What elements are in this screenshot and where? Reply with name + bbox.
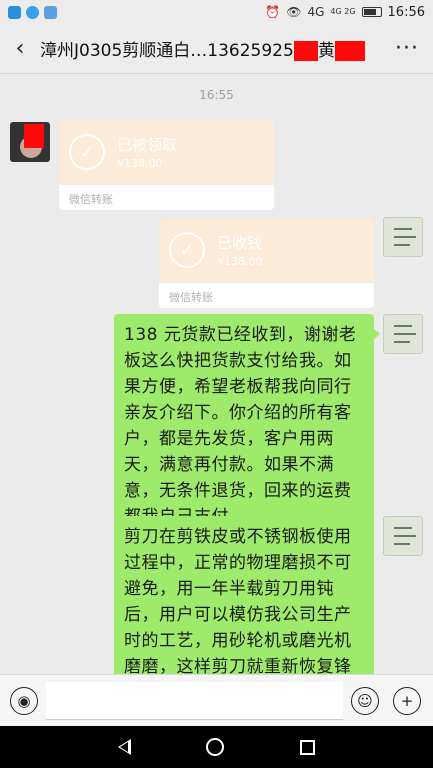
avatar-detail	[394, 325, 412, 327]
nav-back-icon[interactable]	[117, 739, 131, 755]
transfer-amount: ¥138.00	[217, 255, 263, 268]
emoji-button[interactable]: ☺	[351, 686, 379, 715]
contact-avatar[interactable]	[10, 122, 50, 162]
plus-icon: +	[400, 691, 414, 710]
chat-header: ‹ 漳州J0305剪顺通白…13625925 黄 ···	[0, 24, 433, 74]
clock: 16:56	[387, 4, 425, 20]
avatar-detail	[394, 535, 416, 537]
transfer-status: 已收钱	[217, 234, 263, 252]
system-nav-bar	[0, 726, 433, 768]
redaction-mark	[334, 41, 365, 61]
chat-title-suffix: 黄	[317, 41, 335, 61]
voice-icon: ◉	[17, 691, 31, 710]
network-label: 4G	[307, 5, 325, 19]
transfer-card-confirmed[interactable]: ✓ 已收钱 ¥138.00 微信转账	[159, 218, 374, 308]
eye-icon: 👁	[286, 5, 302, 19]
browser-notification-icon	[26, 5, 39, 19]
message-bubble[interactable]: 剪刀在剪铁皮或不锈钢板使用过程中，正常的物理磨损不可避免，用一年半载剪刀用钝后，…	[114, 516, 374, 674]
chat-area[interactable]: 16:55 ✓ 已被领取 ¥138.00 微信转账 ✓ 已收钱 ¥138.00 …	[0, 74, 433, 674]
chat-title-text: 漳州J0305剪顺通白…13625925	[40, 41, 294, 61]
check-icon: ✓	[69, 134, 105, 170]
nav-recents-icon[interactable]	[300, 739, 316, 755]
chat-title: 漳州J0305剪顺通白…13625925 黄	[40, 36, 381, 61]
avatar-detail	[394, 244, 410, 246]
chevron-left-icon: ‹	[15, 36, 25, 61]
message-timestamp: 16:55	[199, 88, 234, 102]
back-button[interactable]: ‹	[0, 36, 40, 61]
app-notification-icon	[8, 5, 21, 19]
network-small-label: 4G 2G	[330, 7, 356, 16]
voice-button[interactable]: ◉	[10, 686, 38, 715]
avatar-detail	[394, 341, 410, 343]
avatar-detail	[394, 333, 416, 335]
avatar-detail	[394, 236, 416, 238]
transfer-card-received[interactable]: ✓ 已被领取 ¥138.00 微信转账	[59, 120, 274, 210]
more-dots-icon: ···	[395, 36, 419, 61]
my-avatar[interactable]	[383, 314, 423, 354]
my-avatar[interactable]	[383, 516, 423, 556]
wifi-notification-icon	[44, 5, 57, 19]
redaction-mark	[24, 124, 44, 148]
check-icon: ✓	[169, 232, 205, 268]
emoji-icon: ☺	[357, 691, 373, 710]
message-bubble[interactable]: 138 元货款已经收到，谢谢老板这么快把货款支付给我。如果方便，希望老板帮我向同…	[114, 314, 380, 538]
avatar-detail	[394, 527, 412, 529]
input-bar: ◉ ☺ +	[0, 674, 433, 726]
notification-icons	[8, 5, 57, 19]
transfer-footer: 微信转账	[159, 282, 374, 308]
redaction-mark	[293, 41, 318, 61]
battery-icon	[361, 7, 382, 17]
my-avatar[interactable]	[383, 217, 423, 257]
nav-home-icon[interactable]	[206, 738, 225, 756]
message-input[interactable]	[46, 681, 343, 720]
transfer-footer: 微信转账	[59, 184, 274, 210]
alarm-icon: ⏰	[265, 5, 281, 19]
avatar-detail	[394, 228, 412, 230]
transfer-amount: ¥138.00	[117, 157, 163, 170]
status-bar: ⏰ 👁 4G 4G 2G 16:56	[0, 0, 433, 24]
transfer-status: 已被领取	[117, 136, 178, 154]
avatar-detail	[394, 543, 410, 545]
more-button[interactable]: ···	[381, 36, 433, 61]
add-button[interactable]: +	[393, 686, 421, 715]
